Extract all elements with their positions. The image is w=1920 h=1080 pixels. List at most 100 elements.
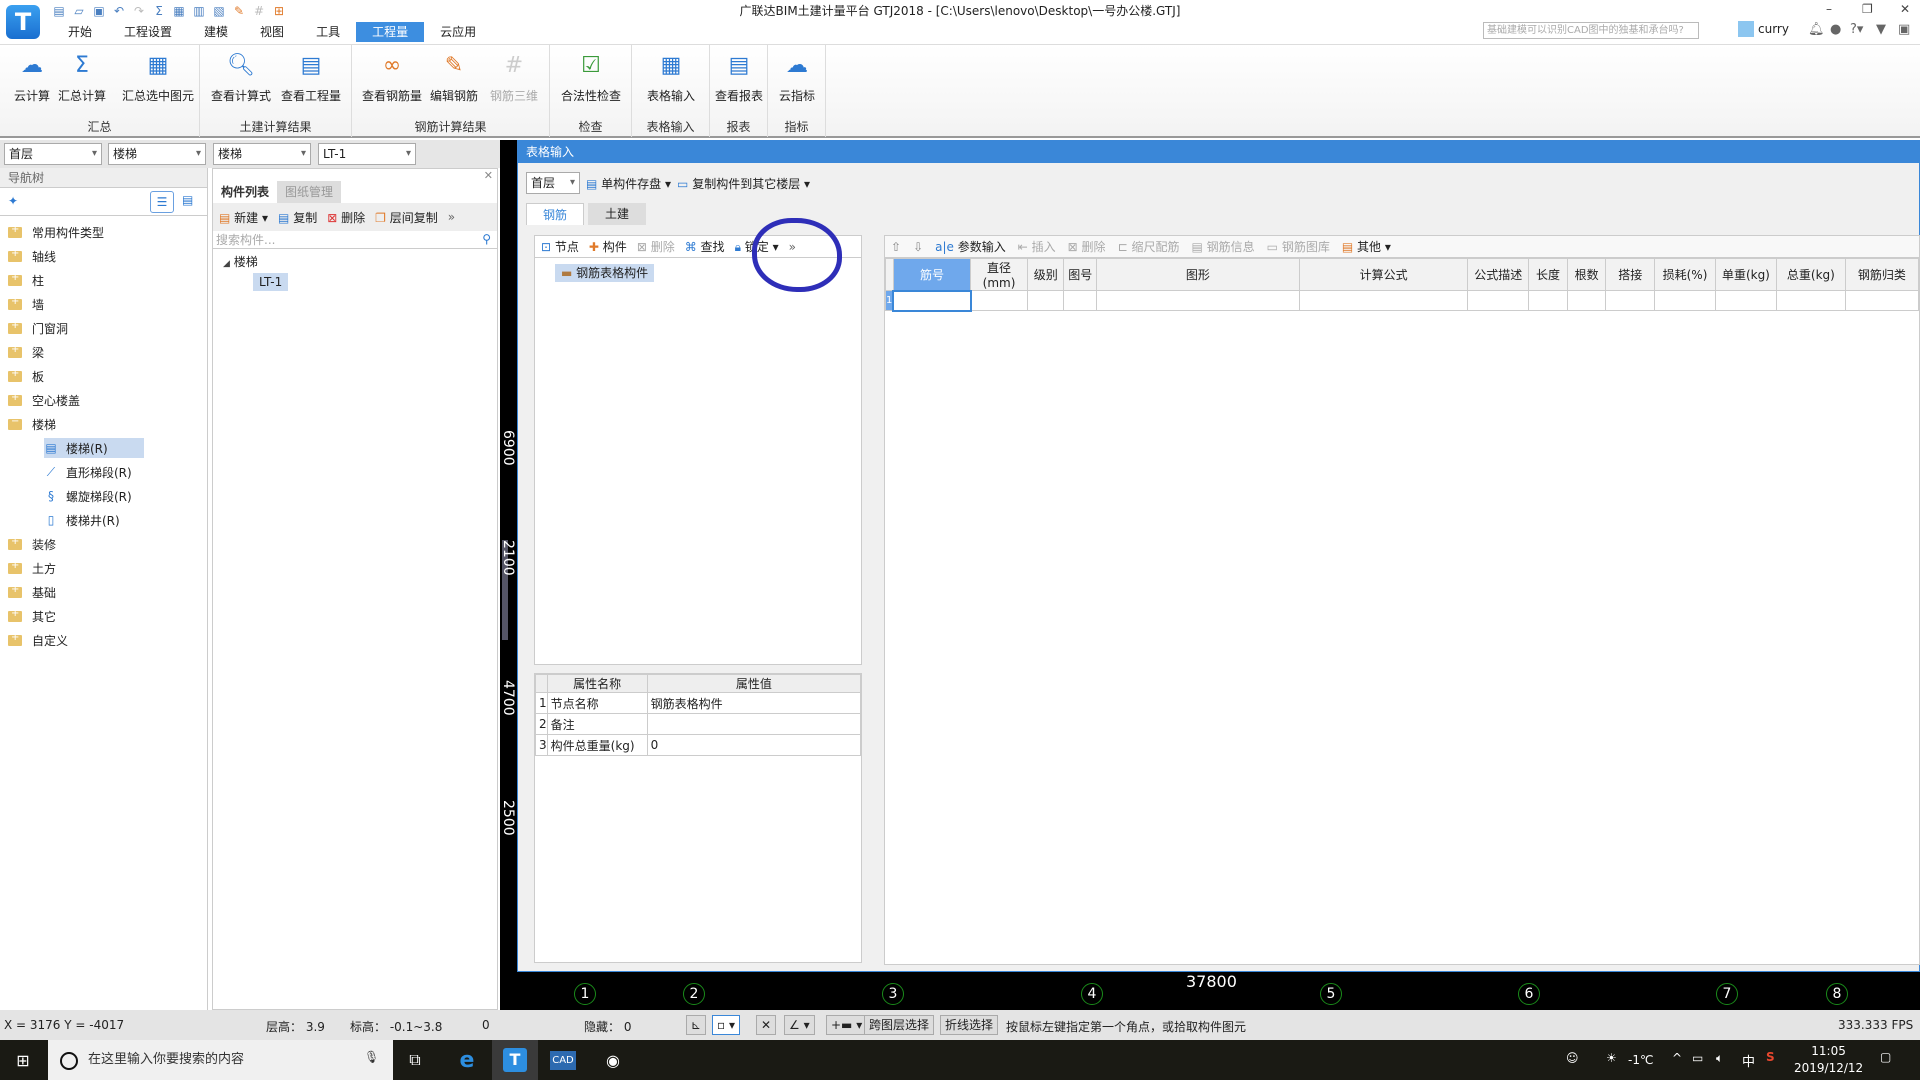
- add-node-button[interactable]: ⊡ 节点: [541, 238, 579, 255]
- nav-item[interactable]: 梁: [0, 340, 207, 364]
- col-count[interactable]: 根数: [1566, 258, 1607, 291]
- calc-icon[interactable]: ▦: [172, 4, 186, 18]
- search-icon[interactable]: ⚲: [482, 232, 491, 246]
- new-button[interactable]: ▤ 新建 ▾: [219, 209, 268, 226]
- tab-start[interactable]: 开始: [52, 22, 108, 42]
- tab-quantities[interactable]: 工程量: [356, 22, 425, 42]
- nav-item[interactable]: 轴线: [0, 244, 207, 268]
- tree-node-selected[interactable]: ▬ 钢筋表格构件: [555, 264, 655, 282]
- tray-expand-icon[interactable]: ^: [1672, 1051, 1682, 1065]
- assistant-app-icon[interactable]: ◉: [590, 1040, 636, 1080]
- open-folder-icon[interactable]: ▱: [72, 4, 86, 18]
- skin-icon[interactable]: ▼: [1876, 22, 1886, 37]
- scale-rebar-button[interactable]: ⊏ 缩尺配筋: [1118, 238, 1180, 255]
- nav-item[interactable]: 常用构件类型: [0, 220, 207, 244]
- col-category[interactable]: 钢筋归类: [1844, 258, 1920, 291]
- view-report-button[interactable]: ▤ 查看报表: [707, 51, 771, 104]
- insert-button[interactable]: ⇤ 插入: [1018, 238, 1056, 255]
- nav-item[interactable]: 板: [0, 364, 207, 388]
- tab-civil[interactable]: 土建: [588, 203, 646, 225]
- col-bar-no[interactable]: 筋号: [892, 258, 972, 291]
- add-icon[interactable]: ✦: [8, 194, 18, 208]
- tree-item-selected[interactable]: LT-1: [253, 273, 289, 291]
- delete-button[interactable]: ⊠ 删除: [637, 238, 675, 255]
- detail-view-icon[interactable]: ▤: [182, 193, 193, 207]
- grid-icon[interactable]: #: [252, 4, 266, 18]
- copy-to-floors-button[interactable]: ▭ 复制构件到其它楼层 ▾: [677, 175, 810, 192]
- undo-icon[interactable]: ↶: [112, 4, 126, 18]
- ime-indicator[interactable]: 中: [1742, 1051, 1755, 1070]
- delete-row-button[interactable]: ⊠ 删除: [1068, 238, 1106, 255]
- edit-icon[interactable]: ✎: [232, 4, 246, 18]
- nav-item[interactable]: 基础: [0, 580, 207, 604]
- col-diameter[interactable]: 直径(mm): [970, 258, 1028, 291]
- col-shape-no[interactable]: 图号: [1063, 258, 1097, 291]
- ortho-toggle[interactable]: ⊾: [686, 1015, 707, 1035]
- cad-app-icon[interactable]: CAD: [540, 1040, 586, 1080]
- col-length[interactable]: 长度: [1528, 258, 1568, 291]
- help-search-input[interactable]: 基础建模可以识别CAD图中的独基和承台吗?: [1483, 22, 1699, 39]
- view-icon[interactable]: ▥: [192, 4, 206, 18]
- tab-modeling[interactable]: 建模: [188, 22, 244, 42]
- nav-subitem[interactable]: ⟋ 直形梯段(R): [0, 460, 207, 484]
- polyline-select-button[interactable]: 折线选择: [940, 1015, 999, 1035]
- people-icon[interactable]: ☺: [1566, 1051, 1579, 1065]
- sum-icon[interactable]: Σ: [152, 4, 166, 18]
- list-view-icon[interactable]: ☰: [150, 191, 174, 213]
- param-input-button[interactable]: a|e 参数输入: [935, 238, 1006, 255]
- system-clock[interactable]: 11:05 2019/12/12: [1794, 1043, 1863, 1077]
- nav-item[interactable]: 其它: [0, 604, 207, 628]
- tab-tools[interactable]: 工具: [300, 22, 356, 42]
- nav-item[interactable]: 自定义: [0, 628, 207, 652]
- app-logo[interactable]: T: [6, 5, 40, 39]
- nav-item[interactable]: 门窗洞: [0, 316, 207, 340]
- snap-toggle[interactable]: ▫ ▾: [712, 1015, 740, 1035]
- edge-browser-icon[interactable]: e: [444, 1040, 490, 1080]
- rebar-library-button[interactable]: ▭ 钢筋图库: [1267, 238, 1330, 255]
- summary-selected-button[interactable]: ▦ 汇总选中图元: [118, 51, 198, 104]
- other-button[interactable]: ▤ 其他 ▾: [1342, 238, 1391, 255]
- save-icon[interactable]: ▣: [92, 4, 106, 18]
- col-lap[interactable]: 搭接: [1605, 258, 1656, 291]
- sogou-icon[interactable]: S: [1766, 1050, 1775, 1064]
- tab-cloud[interactable]: 云应用: [424, 22, 492, 42]
- edit-rebar-button[interactable]: ✎ 编辑钢筋: [424, 51, 484, 104]
- nav-item-stairs[interactable]: 楼梯: [0, 412, 207, 436]
- floor-select[interactable]: 首层: [526, 172, 580, 194]
- collapse-ribbon-icon[interactable]: ▣: [1898, 22, 1910, 37]
- summary-calc-button[interactable]: Σ 汇总计算: [50, 51, 114, 104]
- floor-copy-button[interactable]: ❐ 层间复制: [375, 209, 438, 226]
- minimize-button[interactable]: –: [1826, 2, 1832, 16]
- nav-item[interactable]: 柱: [0, 268, 207, 292]
- nav-subitem[interactable]: ▤ 楼梯(R): [0, 436, 207, 460]
- floor-select[interactable]: 首层: [4, 143, 102, 165]
- close-button[interactable]: ✕: [1900, 2, 1910, 16]
- nav-item[interactable]: 墙: [0, 292, 207, 316]
- rebar-info-button[interactable]: ▤ 钢筋信息: [1191, 238, 1254, 255]
- close-icon[interactable]: ✕: [484, 169, 493, 182]
- component-search-input[interactable]: 搜索构件...: [213, 231, 497, 249]
- rebar-3d-button[interactable]: # 钢筋三维: [484, 51, 544, 104]
- volume-icon[interactable]: 🔈︎: [1716, 1051, 1723, 1066]
- gtj-app-icon[interactable]: T: [492, 1040, 538, 1080]
- add-component-button[interactable]: ✚ 构件: [589, 238, 627, 255]
- find-button[interactable]: ⌘ 查找: [685, 238, 725, 255]
- tab-component-list[interactable]: 构件列表: [213, 181, 278, 203]
- view-rebar-button[interactable]: ∞ 查看钢筋量: [360, 51, 424, 104]
- nav-item[interactable]: 空心楼盖: [0, 388, 207, 412]
- restore-button[interactable]: ❐: [1862, 2, 1873, 16]
- col-unit-weight[interactable]: 单重(kg): [1714, 258, 1777, 291]
- notifications-icon[interactable]: ▢: [1880, 1050, 1891, 1064]
- type-select[interactable]: 楼梯: [213, 143, 311, 165]
- new-file-icon[interactable]: ▤: [52, 4, 66, 18]
- nav-subitem[interactable]: ▯ 楼梯井(R): [0, 508, 207, 532]
- windows-start-icon[interactable]: ⊞: [0, 1040, 46, 1080]
- cloud-index-button[interactable]: ☁ 云指标: [765, 51, 829, 104]
- cross-toggle[interactable]: ✕: [756, 1015, 777, 1035]
- tab-view[interactable]: 视图: [244, 22, 300, 42]
- angle-toggle[interactable]: ∠ ▾: [784, 1015, 815, 1035]
- task-view-icon[interactable]: ⧉: [392, 1040, 438, 1080]
- tab-project-settings[interactable]: 工程设置: [108, 22, 188, 42]
- network-icon[interactable]: ▭: [1692, 1051, 1703, 1065]
- add-icon[interactable]: ⊞: [272, 4, 286, 18]
